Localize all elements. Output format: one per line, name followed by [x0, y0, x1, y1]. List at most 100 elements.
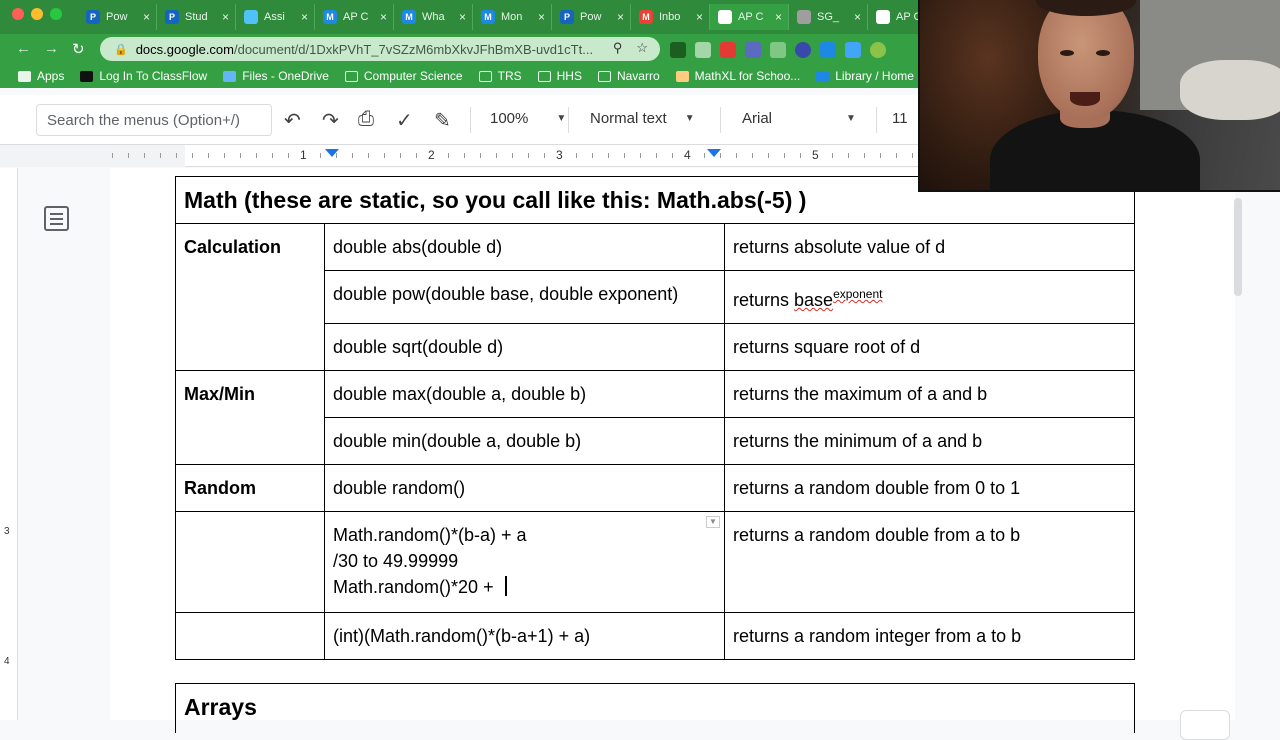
tab-title: Inbo — [659, 11, 681, 23]
method-description[interactable]: returns a random double from 0 to 1 — [724, 464, 1135, 512]
method-signature[interactable]: double pow(double base, double exponent) — [324, 270, 725, 324]
close-tab-icon[interactable]: × — [775, 10, 782, 24]
minimize-window-button[interactable] — [31, 8, 43, 20]
close-tab-icon[interactable]: × — [696, 10, 703, 24]
redo-icon[interactable]: ↷ — [322, 108, 339, 133]
right-indent-marker[interactable] — [707, 149, 721, 157]
method-description[interactable]: returns square root of d — [724, 323, 1135, 371]
extension-icon[interactable] — [870, 42, 886, 58]
method-description[interactable]: returns a random double from a to b — [724, 511, 1135, 613]
close-tab-icon[interactable]: × — [222, 10, 229, 24]
bookmark-item[interactable]: Library / Home — [816, 69, 914, 83]
bookmark-label: Navarro — [616, 69, 660, 83]
arrays-table-title[interactable]: Arrays — [175, 683, 1135, 733]
cell-menu-chevron-icon[interactable]: ▼ — [706, 516, 720, 528]
zoom-value: 100% — [490, 110, 529, 127]
explore-button[interactable] — [1180, 710, 1230, 740]
reload-icon[interactable]: ↻ — [72, 40, 85, 58]
close-tab-icon[interactable]: × — [380, 10, 387, 24]
browser-tab[interactable]: P Pow × — [78, 4, 157, 30]
browser-tab[interactable]: P Stud × — [157, 4, 236, 30]
browser-tab[interactable]: SG_ × — [789, 4, 868, 30]
method-description[interactable]: returns the minimum of a and b — [724, 417, 1135, 465]
extension-icon[interactable] — [770, 42, 786, 58]
browser-tab[interactable]: M AP C × — [315, 4, 394, 30]
method-description[interactable]: returns baseexponent — [724, 270, 1135, 324]
bookmark-item[interactable]: Computer Science — [344, 69, 463, 83]
print-icon[interactable]: ⎙ — [358, 108, 374, 131]
empty-category-cell[interactable] — [175, 511, 325, 613]
spellcheck-icon[interactable]: ✓ — [396, 108, 413, 133]
browser-tab[interactable]: P Pow × — [552, 4, 631, 30]
method-signature[interactable]: double random() — [324, 464, 725, 512]
method-signature[interactable]: double abs(double d) — [324, 223, 725, 271]
zoom-dropdown[interactable]: 100% ▼ — [490, 110, 566, 127]
bookmark-item[interactable]: MathXL for Schoo... — [675, 69, 800, 83]
ruler-number: 1 — [300, 148, 307, 162]
extension-icon[interactable] — [845, 42, 861, 58]
font-size-field[interactable]: 11 — [892, 110, 908, 127]
browser-tab[interactable]: M Wha × — [394, 4, 473, 30]
close-tab-icon[interactable]: × — [854, 10, 861, 24]
ruler-tick — [208, 153, 209, 158]
bookmark-star-icon[interactable]: ☆ — [636, 40, 648, 56]
forward-arrow-icon[interactable]: → — [44, 40, 59, 57]
method-signature-editing[interactable]: Math.random()*(b-a) + a /30 to 49.99999 … — [324, 511, 725, 613]
search-menus-input[interactable]: Search the menus (Option+/) — [36, 104, 272, 136]
ruler-tick — [784, 153, 785, 158]
method-description[interactable]: returns absolute value of d — [724, 223, 1135, 271]
maximize-window-button[interactable] — [50, 8, 62, 20]
back-arrow-icon[interactable]: ← — [16, 40, 31, 57]
bookmark-item[interactable]: Navarro — [597, 69, 660, 83]
browser-tab[interactable]: Assi × — [236, 4, 315, 30]
vertical-scrollbar[interactable] — [1234, 198, 1242, 296]
extension-icon[interactable] — [695, 42, 711, 58]
extension-icon[interactable] — [795, 42, 811, 58]
paint-format-icon[interactable]: ✎ — [434, 108, 451, 133]
browser-tab[interactable]: M Inbo × — [631, 4, 710, 30]
category-max-min[interactable]: Max/Min — [175, 370, 325, 465]
classroom-icon — [244, 10, 258, 24]
browser-tab[interactable]: M Mon × — [473, 4, 552, 30]
close-tab-icon[interactable]: × — [617, 10, 624, 24]
close-window-button[interactable] — [12, 8, 24, 20]
text-cursor — [504, 576, 507, 596]
ruler-tick — [320, 153, 321, 158]
empty-category-cell[interactable] — [175, 612, 325, 660]
tab-title: Pow — [580, 11, 602, 23]
font-size-value: 11 — [892, 110, 908, 127]
window-controls — [12, 8, 62, 20]
bookmark-item[interactable]: Files - OneDrive — [223, 69, 329, 83]
close-tab-icon[interactable]: × — [301, 10, 308, 24]
bookmark-item[interactable]: Log In To ClassFlow — [80, 69, 207, 83]
extension-icon[interactable] — [745, 42, 761, 58]
bookmark-item[interactable]: TRS — [478, 69, 522, 83]
close-tab-icon[interactable]: × — [538, 10, 545, 24]
extension-icon[interactable] — [820, 42, 836, 58]
document-outline-icon[interactable] — [44, 206, 69, 231]
bookmark-item[interactable]: Apps — [18, 69, 64, 83]
category-random[interactable]: Random — [175, 464, 325, 512]
method-signature[interactable]: double min(double a, double b) — [324, 417, 725, 465]
close-tab-icon[interactable]: × — [143, 10, 150, 24]
signature-line: Math.random()*20 + — [333, 577, 499, 597]
paragraph-style-dropdown[interactable]: Normal text ▼ — [590, 110, 695, 127]
url-field[interactable]: 🔒 docs.google.com/document/d/1DxkPVhT_7v… — [100, 37, 660, 61]
bookmark-item[interactable]: HHS — [537, 69, 582, 83]
undo-icon[interactable]: ↶ — [284, 108, 301, 133]
zoom-magnifier-icon[interactable]: ⚲ — [613, 40, 623, 56]
extension-icon[interactable] — [720, 42, 736, 58]
tab-title: Pow — [106, 11, 128, 23]
method-description[interactable]: returns a random integer from a to b — [724, 612, 1135, 660]
method-signature[interactable]: (int)(Math.random()*(b-a+1) + a) — [324, 612, 725, 660]
ruler-tick — [496, 153, 497, 158]
close-tab-icon[interactable]: × — [459, 10, 466, 24]
font-family-dropdown[interactable]: Arial ▼ — [742, 110, 856, 127]
method-signature[interactable]: double max(double a, double b) — [324, 370, 725, 418]
browser-tab[interactable]: AP C × — [710, 4, 789, 30]
category-calculation[interactable]: Calculation — [175, 223, 325, 371]
library-icon — [816, 70, 830, 82]
method-signature[interactable]: double sqrt(double d) — [324, 323, 725, 371]
method-description[interactable]: returns the maximum of a and b — [724, 370, 1135, 418]
extension-icon[interactable] — [670, 42, 686, 58]
